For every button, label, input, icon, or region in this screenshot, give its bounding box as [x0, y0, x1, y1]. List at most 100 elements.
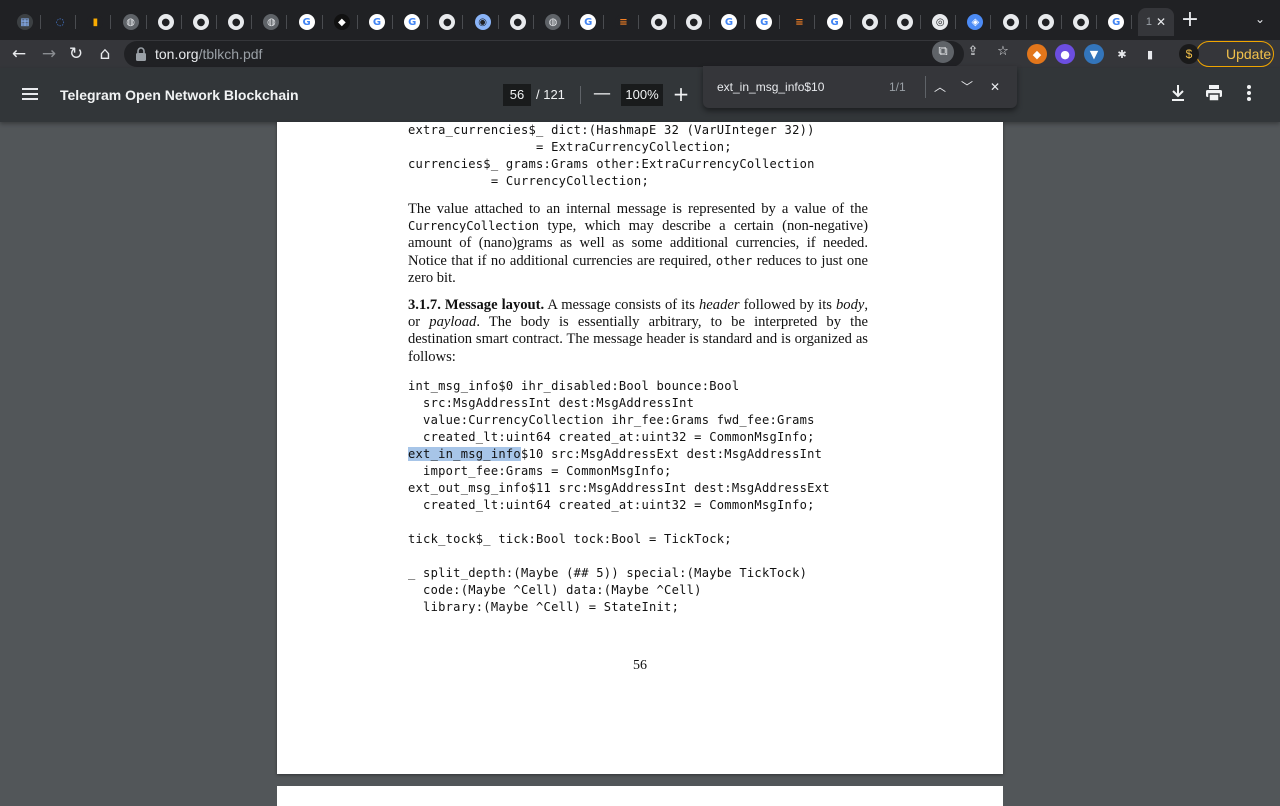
browser-tab[interactable]: ◍ — [256, 8, 288, 36]
github-icon: ● — [650, 14, 667, 30]
paragraph-message-layout: 3.1.7. Message layout. A message consist… — [408, 297, 869, 365]
zoom-input[interactable]: 100% — [621, 84, 663, 106]
globe-icon: ◍ — [545, 14, 561, 30]
reload-button[interactable]: ↻ — [64, 42, 88, 66]
tab-separator — [356, 15, 358, 29]
browser-tab[interactable]: ● — [1031, 8, 1062, 36]
google-icon: G — [756, 14, 773, 30]
browser-tab[interactable]: ≡ — [608, 8, 640, 36]
browser-tab[interactable]: ◌ — [45, 8, 77, 36]
tab-separator — [427, 15, 429, 29]
google-icon: G — [298, 14, 315, 30]
google-icon: G — [721, 14, 737, 30]
more-options-icon[interactable] — [1238, 84, 1260, 106]
github-icon: ● — [157, 14, 174, 30]
code-lines: int_msg_info$0 ihr_disabled:Bool bounce:… — [408, 379, 815, 444]
lock-icon[interactable] — [134, 46, 148, 62]
browser-tab[interactable]: ● — [644, 8, 675, 36]
browser-tab[interactable]: ● — [221, 8, 253, 36]
github-icon: ● — [685, 14, 702, 30]
browser-tab[interactable]: G — [820, 8, 851, 36]
browser-tab[interactable]: ● — [151, 8, 182, 36]
find-in-page-icon[interactable]: ⧉ — [932, 41, 954, 63]
apps-grid-icon: ▦ — [17, 14, 33, 30]
browser-tab[interactable]: G — [749, 8, 781, 36]
trust-wallet-extension-icon[interactable]: ▼ — [1084, 44, 1104, 64]
browser-tab[interactable]: ◍ — [538, 8, 569, 36]
tab-separator — [392, 15, 393, 29]
update-button[interactable]: $ Update — [1179, 41, 1274, 67]
bookmark-star-icon[interactable]: ☆ — [992, 41, 1014, 63]
profile-avatar[interactable]: $ — [1179, 44, 1199, 64]
browser-tab[interactable]: ● — [1066, 8, 1097, 36]
back-button[interactable]: ← — [7, 42, 31, 66]
browser-tab[interactable]: G — [397, 8, 429, 36]
stackoverflow-icon: ≡ — [791, 14, 808, 30]
browser-tab[interactable]: ◈ — [960, 8, 992, 36]
browser-tab[interactable]: ◍ — [116, 8, 147, 36]
github-icon: ● — [228, 14, 245, 30]
browser-tab[interactable]: ≡ — [784, 8, 816, 36]
share-icon[interactable]: ⇪ — [962, 41, 984, 63]
github-icon: ● — [861, 14, 878, 30]
tab-separator — [884, 15, 886, 29]
tab-close-icon[interactable]: ✕ — [1156, 15, 1166, 29]
zoom-out-button[interactable]: — — [592, 82, 612, 106]
chrome-icon: ◎ — [932, 14, 949, 30]
section-heading: 3.1.7. Message layout. — [408, 297, 545, 313]
download-icon[interactable] — [1167, 84, 1189, 106]
forward-button[interactable]: → — [37, 42, 61, 66]
browser-tab[interactable]: ● — [432, 8, 464, 36]
code-line-highlighted: ext_in_msg_info$10 src:MsgAddressExt des… — [408, 447, 823, 461]
google-icon: G — [580, 14, 597, 30]
tab-separator — [568, 15, 569, 29]
print-icon[interactable] — [1203, 84, 1225, 106]
browser-tab[interactable]: ▮ — [80, 8, 112, 36]
browser-tab[interactable]: G — [714, 8, 745, 36]
find-previous-icon[interactable]: ︿ — [929, 76, 951, 98]
pdf-page: extra_currencies$_ dict:(HashmapE 32 (Va… — [277, 122, 1003, 774]
tab-separator — [216, 15, 217, 29]
browser-tab[interactable]: ● — [679, 8, 710, 36]
browser-tab[interactable]: ● — [855, 8, 886, 36]
tab-search-icon[interactable]: ⌄ — [1250, 12, 1270, 32]
browser-tab[interactable]: ◆ — [327, 8, 358, 36]
address-bar[interactable]: ton.org/tblkch.pdf — [124, 41, 964, 67]
browser-tab[interactable]: ● — [186, 8, 217, 36]
tab-separator — [286, 15, 288, 29]
app-icon: ◈ — [967, 14, 984, 30]
browser-tab[interactable]: ◎ — [925, 8, 957, 36]
browser-tab[interactable]: G — [362, 8, 393, 36]
tab-separator — [532, 15, 534, 29]
browser-tab[interactable]: ● — [890, 8, 921, 36]
tab-separator — [1131, 15, 1133, 29]
metamask-extension-icon[interactable]: ◆ — [1027, 44, 1047, 64]
zoom-in-button[interactable]: + — [671, 82, 691, 106]
url-host: ton.org — [155, 46, 199, 62]
find-next-icon[interactable]: ﹀ — [956, 76, 978, 98]
url-text[interactable]: ton.org/tblkch.pdf — [155, 46, 262, 62]
google-icon: G — [1108, 14, 1125, 30]
menu-icon[interactable] — [20, 85, 40, 105]
extension-icon[interactable]: ● — [1055, 44, 1075, 64]
browser-tab[interactable]: ▦ — [10, 8, 41, 36]
code-block-message-header: int_msg_info$0 ihr_disabled:Bool bounce:… — [408, 378, 830, 616]
browser-tab[interactable]: G — [292, 8, 323, 36]
browser-tab[interactable]: G — [573, 8, 605, 36]
browser-tab[interactable]: ● — [996, 8, 1027, 36]
find-close-icon[interactable]: ✕ — [984, 76, 1006, 98]
tab-separator — [814, 15, 816, 29]
new-tab-button[interactable]: + — [1178, 9, 1202, 33]
browser-tab[interactable]: ◉ — [468, 8, 499, 36]
app-icon: ◉ — [474, 14, 491, 30]
find-input[interactable]: ext_in_msg_info$10 — [717, 80, 824, 94]
home-button[interactable]: ⌂ — [93, 42, 117, 66]
browser-tab[interactable]: G — [1101, 8, 1133, 36]
tab-active[interactable]: 1 ✕ — [1138, 8, 1174, 36]
paragraph-value: The value attached to an internal messag… — [408, 201, 868, 286]
browser-tab[interactable]: ● — [503, 8, 534, 36]
page-number-input[interactable]: 56 — [503, 84, 531, 106]
extensions-puzzle-icon[interactable]: ✱ — [1112, 44, 1132, 64]
stackoverflow-icon: ≡ — [615, 14, 632, 30]
side-panel-icon[interactable]: ▮ — [1140, 44, 1160, 64]
